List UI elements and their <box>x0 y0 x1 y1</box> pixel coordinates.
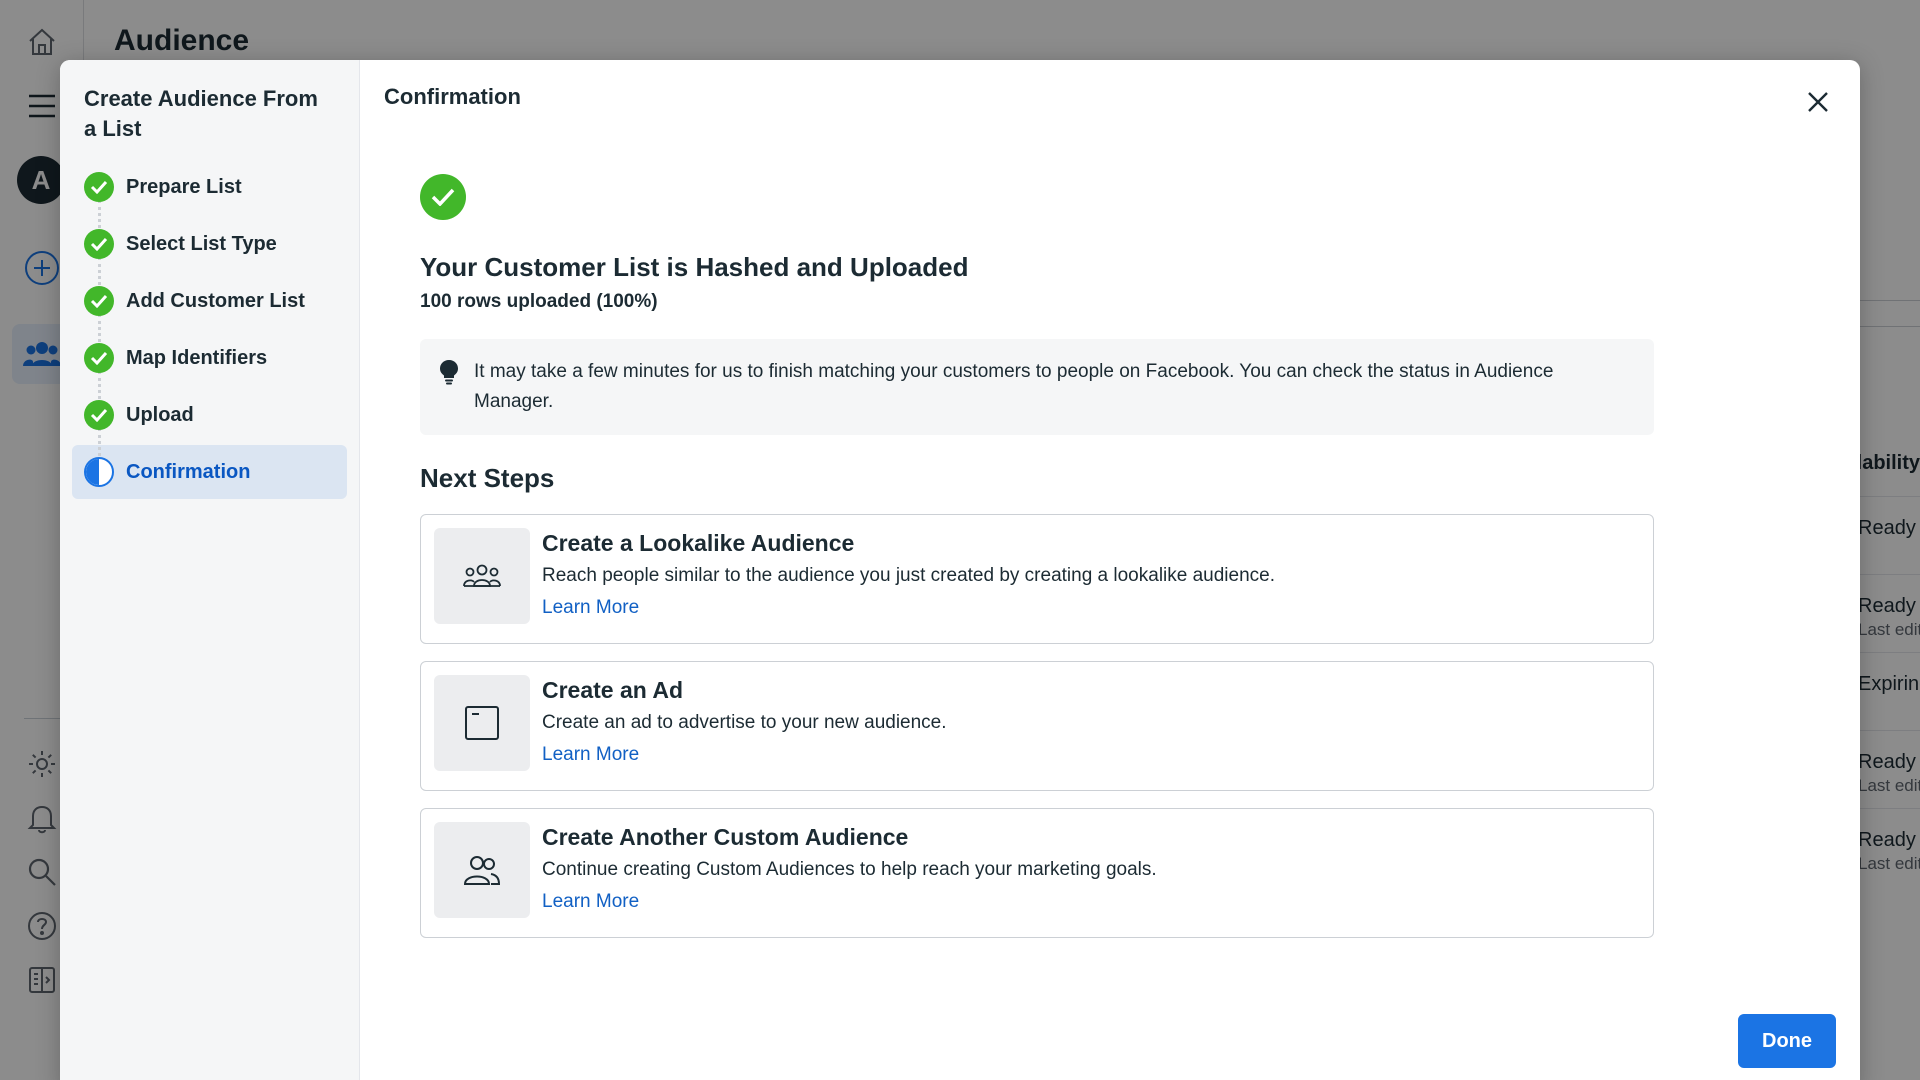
learn-more-link[interactable]: Learn More <box>542 597 639 619</box>
done-button[interactable]: Done <box>1738 1014 1836 1068</box>
check-icon <box>84 229 114 259</box>
group-icon <box>434 528 530 624</box>
next-steps-list: Create a Lookalike Audience Reach people… <box>420 514 1654 938</box>
step-label: Upload <box>126 403 194 426</box>
info-notice: It may take a few minutes for us to fini… <box>420 339 1654 435</box>
check-icon <box>84 343 114 373</box>
people-icon <box>434 822 530 918</box>
learn-more-link[interactable]: Learn More <box>542 891 639 913</box>
step-prepare-list[interactable]: Prepare List <box>72 160 347 228</box>
card-description: Reach people similar to the audience you… <box>542 565 1276 586</box>
step-label: Map Identifiers <box>126 346 268 369</box>
learn-more-link[interactable]: Learn More <box>542 744 639 766</box>
step-label: Confirmation <box>126 460 251 483</box>
create-audience-dialog: Create Audience From a List Prepare List… <box>60 60 1860 1080</box>
next-steps-title: Next Steps <box>420 463 555 493</box>
step-upload[interactable]: Upload <box>72 388 347 456</box>
step-confirmation[interactable]: Confirmation <box>72 445 347 499</box>
half-circle-progress-icon <box>84 457 114 487</box>
step-label: Add Customer List <box>126 289 305 312</box>
success-check-icon <box>420 174 466 220</box>
lookalike-audience-card[interactable]: Create a Lookalike Audience Reach people… <box>420 514 1654 644</box>
step-connector <box>98 371 101 399</box>
card-title: Create an Ad <box>542 677 684 703</box>
ad-window-icon <box>434 675 530 771</box>
step-connector <box>98 314 101 342</box>
step-connector <box>98 200 101 228</box>
close-button[interactable] <box>1800 84 1836 120</box>
step-label: Select List Type <box>126 232 277 255</box>
step-connector <box>98 257 101 285</box>
card-description: Create an ad to advertise to your new au… <box>542 712 947 733</box>
sidebar-title: Create Audience From a List <box>84 86 318 141</box>
step-select-list-type[interactable]: Select List Type <box>72 217 347 285</box>
confirmation-panel: Confirmation Your Customer List is Hashe… <box>360 60 1860 1080</box>
create-ad-card[interactable]: Create an Ad Create an ad to advertise t… <box>420 661 1654 791</box>
step-connector <box>98 428 101 456</box>
lightbulb-icon <box>440 360 458 385</box>
close-icon <box>1808 92 1828 112</box>
card-title: Create Another Custom Audience <box>542 824 909 850</box>
confirmation-heading: Your Customer List is Hashed and Uploade… <box>420 252 969 282</box>
confirmation-content: Your Customer List is Hashed and Uploade… <box>420 174 1654 955</box>
panel-header: Confirmation <box>384 84 521 109</box>
card-title: Create a Lookalike Audience <box>542 530 855 556</box>
check-icon <box>84 172 114 202</box>
steps-sidebar: Create Audience From a List Prepare List… <box>60 60 360 1080</box>
step-label: Prepare List <box>126 175 242 198</box>
card-description: Continue creating Custom Audiences to he… <box>542 859 1157 880</box>
step-map-identifiers[interactable]: Map Identifiers <box>72 331 347 399</box>
custom-audience-card[interactable]: Create Another Custom Audience Continue … <box>420 808 1654 938</box>
info-text: It may take a few minutes for us to fini… <box>474 361 1554 412</box>
check-icon <box>84 400 114 430</box>
upload-count: 100 rows uploaded (100%) <box>420 291 658 312</box>
check-icon <box>84 286 114 316</box>
step-add-customer-list[interactable]: Add Customer List <box>72 274 347 342</box>
